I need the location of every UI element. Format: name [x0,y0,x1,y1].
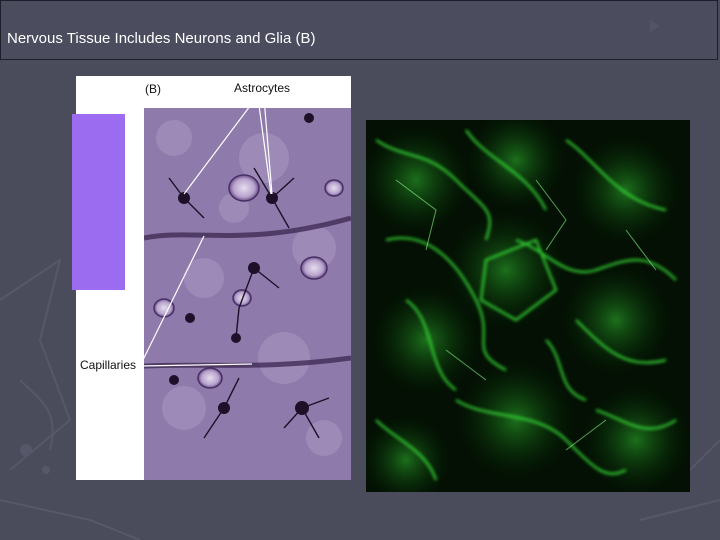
purple-accent-block [72,114,125,290]
slide-title-bar: Nervous Tissue Includes Neurons and Glia… [0,0,718,60]
fluorescence-image [366,120,690,492]
fluorescence-micrograph [366,120,690,492]
astrocytes-label: Astrocytes [234,81,291,95]
panel-label: (B) [145,82,161,96]
slide-title: Nervous Tissue Includes Neurons and Glia… [7,30,316,47]
capillaries-label: Capillaries [80,358,137,372]
